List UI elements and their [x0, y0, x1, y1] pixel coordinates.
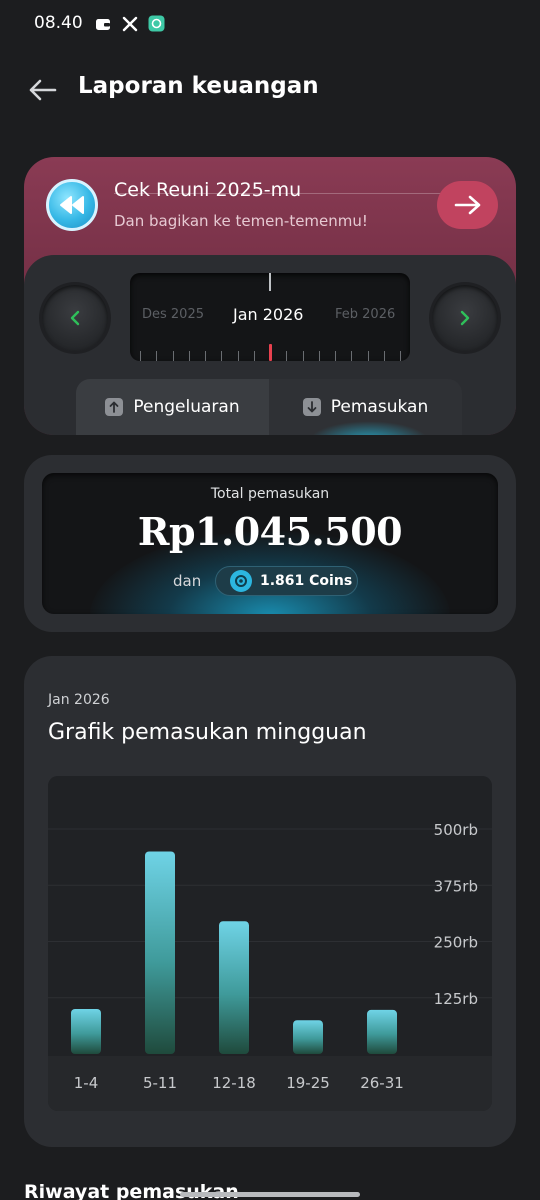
tab-pemasukan[interactable]: Pemasukan: [269, 379, 462, 435]
dial-tick: [335, 351, 336, 361]
next-month-button[interactable]: [432, 285, 498, 351]
plot-area: [48, 776, 492, 1056]
bar-5-11[interactable]: [145, 851, 175, 1055]
chevron-right-icon: [460, 310, 470, 326]
month-dial[interactable]: Des 2025 Jan 2026 Feb 2026: [130, 273, 410, 361]
x-tick-label: 19-25: [286, 1074, 330, 1092]
next-month-label[interactable]: Feb 2026: [335, 307, 395, 322]
arrow-left-icon: [29, 79, 57, 101]
page-title: Laporan keuangan: [78, 73, 319, 99]
income-history-title: Riwayat pemasukan: [24, 1181, 239, 1200]
x-tick-label: 5-11: [143, 1074, 177, 1092]
app-bar: Laporan keuangan: [0, 60, 540, 120]
banner-subtitle: Dan bagikan ke temen-temenmu!: [114, 212, 368, 230]
tab-pengeluaran-label: Pengeluaran: [133, 397, 240, 417]
dial-tick: [237, 351, 239, 361]
rewind-icon: [60, 196, 84, 214]
chart-canvas: 500rb 375rb 250rb 125rb 1-4 5-11 12-18 19-25 26-…: [48, 776, 492, 1111]
chart-month: Jan 2026: [48, 692, 110, 708]
dial-tick: [205, 351, 206, 361]
dial-tick: [383, 351, 385, 361]
current-month-label: Jan 2026: [233, 305, 304, 324]
x-tick-label: 26-31: [360, 1074, 404, 1092]
dial-tick: [172, 351, 174, 361]
banner-open-button[interactable]: [437, 181, 498, 229]
wallet-icon: [94, 15, 111, 32]
dial-indicator-top: [269, 273, 271, 291]
arrow-down-icon: [302, 398, 321, 416]
report-tabs: Pengeluaran Pemasukan: [76, 379, 462, 435]
dial-tick: [367, 351, 369, 361]
dial-tick: [351, 351, 353, 361]
chevron-left-icon: [70, 310, 80, 326]
chart-title: Grafik pemasukan mingguan: [48, 720, 367, 745]
rewind-badge[interactable]: [46, 179, 98, 231]
x-logo-icon: [121, 15, 138, 32]
dial-indicator-active: [269, 344, 272, 361]
dial-ticks: [138, 343, 402, 361]
y-tick-label: 375rb: [434, 877, 478, 895]
dial-tick: [156, 351, 158, 361]
total-income-card: Total pemasukan Rp1.045.500 dan 1.861 Co…: [24, 455, 516, 632]
active-tab-glow: [309, 421, 429, 435]
bar-19-25[interactable]: [293, 1020, 323, 1054]
dial-tick: [188, 351, 190, 361]
back-button[interactable]: [22, 72, 62, 108]
weekly-income-chart: 500rb 375rb 250rb 125rb 1-4 5-11 12-18 19-25 26-…: [48, 776, 492, 1111]
status-icons: [94, 15, 165, 32]
bar-12-18[interactable]: [219, 921, 249, 1054]
total-label: Total pemasukan: [210, 486, 330, 502]
y-tick-label: 500rb: [434, 821, 478, 839]
y-tick-label: 125rb: [434, 990, 478, 1008]
bar-1-4[interactable]: [71, 1009, 101, 1054]
coins-badge[interactable]: 1.861 Coins: [215, 566, 358, 596]
x-tick-label: 12-18: [212, 1074, 256, 1092]
total-amount: Rp1.045.500: [137, 509, 403, 554]
dial-tick: [140, 351, 141, 361]
arrow-right-icon: [454, 195, 480, 215]
arrow-up-icon: [105, 398, 124, 416]
x-tick-label: 1-4: [74, 1074, 99, 1092]
previous-month-button[interactable]: [42, 285, 108, 351]
previous-month-label[interactable]: Des 2025: [142, 307, 204, 322]
total-income-display: Total pemasukan Rp1.045.500 dan 1.861 Co…: [42, 473, 498, 614]
status-bar: 08.40: [0, 0, 540, 48]
y-tick-label: 250rb: [434, 934, 478, 952]
dial-tick: [318, 351, 320, 361]
report-header-card: Cek Reuni 2025-mu Dan bagikan ke temen-t…: [24, 157, 516, 435]
dial-tick: [253, 351, 255, 361]
dial-tick: [221, 351, 223, 361]
x-axis-band: [48, 1056, 492, 1111]
chat-app-icon: [148, 15, 165, 32]
total-connector: dan: [173, 572, 202, 590]
dial-tick: [286, 351, 288, 361]
tab-pengeluaran[interactable]: Pengeluaran: [76, 379, 269, 435]
month-selector-panel: Des 2025 Jan 2026 Feb 2026 Pengeluaran P…: [24, 255, 516, 435]
coins-amount: 1.861 Coins: [260, 573, 353, 589]
weekly-income-chart-card: Jan 2026 Grafik pemasukan mingguan 500rb…: [24, 656, 516, 1147]
bar-26-31[interactable]: [367, 1009, 397, 1054]
banner-title: Cek Reuni 2025-mu: [114, 179, 302, 201]
tab-pemasukan-label: Pemasukan: [330, 397, 429, 417]
dial-tick: [302, 351, 304, 361]
dial-tick: [400, 351, 401, 361]
coin-icon: [230, 570, 252, 592]
status-time: 08.40: [34, 13, 83, 33]
home-indicator[interactable]: [180, 1192, 360, 1197]
